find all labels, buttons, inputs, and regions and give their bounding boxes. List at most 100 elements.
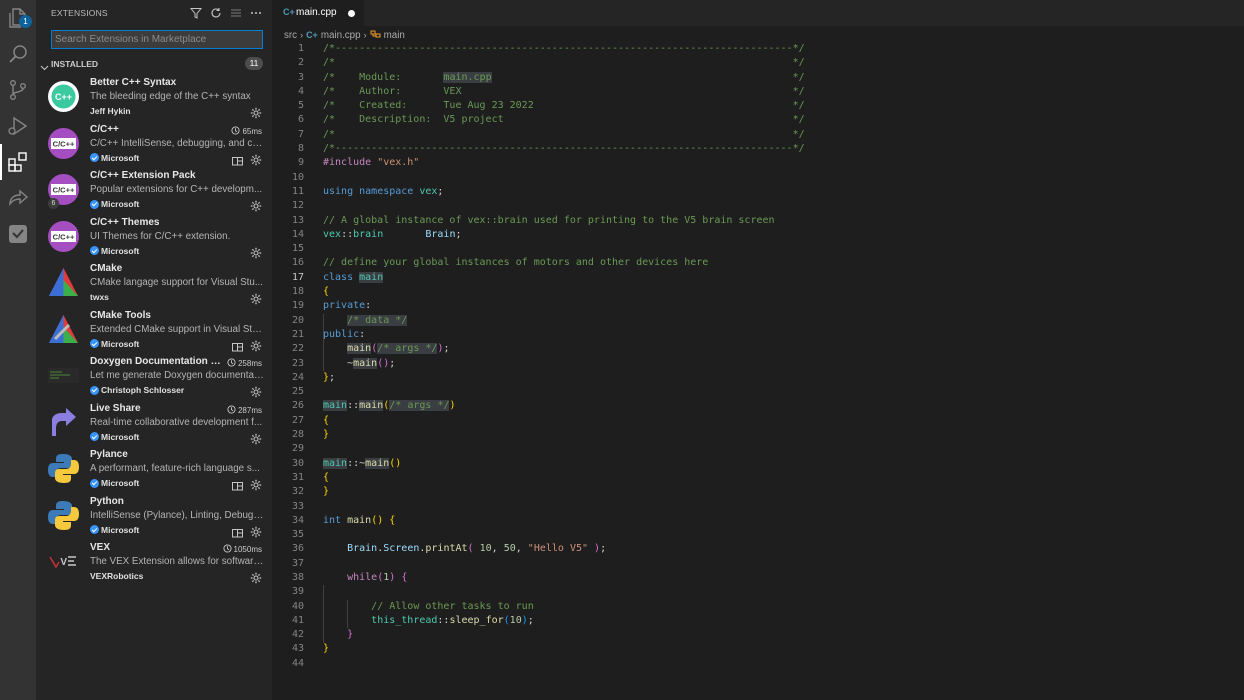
code-line[interactable]: vex::brain Brain; xyxy=(323,228,805,242)
extensions-search-input[interactable] xyxy=(51,30,263,49)
code-line[interactable]: { xyxy=(323,285,805,299)
code-line[interactable]: this_thread::sleep_for(10); xyxy=(323,614,805,628)
code-line[interactable]: // define your global instances of motor… xyxy=(323,256,805,270)
code-line[interactable]: Brain.Screen.printAt( 10, 50, "Hello V5"… xyxy=(323,542,805,556)
code-line[interactable]: } xyxy=(323,642,805,656)
extensions-icon[interactable] xyxy=(0,144,30,180)
manage-gear-icon[interactable] xyxy=(250,104,262,119)
code-token: , xyxy=(515,543,528,555)
refresh-icon[interactable] xyxy=(208,5,224,21)
code-line[interactable] xyxy=(323,385,805,399)
manage-gear-icon[interactable] xyxy=(250,151,262,165)
manage-gear-icon[interactable] xyxy=(250,244,262,258)
publisher-name: Microsoft xyxy=(101,152,140,163)
code-line[interactable]: /* Author: VEX */ xyxy=(323,85,805,99)
code-line[interactable]: int main() { xyxy=(323,514,805,528)
code-line[interactable]: using namespace vex; xyxy=(323,185,805,199)
tab-main-cpp[interactable]: C+ main.cpp xyxy=(272,0,364,26)
code-line[interactable] xyxy=(323,528,805,542)
code-line[interactable]: /* */ xyxy=(323,56,805,70)
breadcrumb-symbol[interactable]: main xyxy=(384,30,405,41)
code-token: while xyxy=(347,571,378,583)
code-line[interactable] xyxy=(323,557,805,571)
breadcrumb-folder[interactable]: src xyxy=(284,30,297,41)
code-line[interactable]: main::~main() xyxy=(323,457,805,471)
activity-bar: 1 xyxy=(0,0,36,700)
code-line[interactable]: { xyxy=(323,414,805,428)
code-line[interactable] xyxy=(323,585,805,599)
code-line[interactable] xyxy=(323,242,805,256)
run-debug-icon[interactable] xyxy=(6,114,30,138)
extension-item[interactable]: Pylance A performant, feature-rich langua… xyxy=(36,447,272,494)
code-line[interactable] xyxy=(323,199,805,213)
extension-item[interactable]: C/C++ 6 C/C++ Extension Pack Popular extens… xyxy=(36,168,272,215)
code-line[interactable]: #include "vex.h" xyxy=(323,156,805,170)
code-line[interactable]: } xyxy=(323,428,805,442)
code-line[interactable]: }; xyxy=(323,371,805,385)
code-line[interactable]: /*--------------------------------------… xyxy=(323,142,805,156)
extension-item[interactable]: Doxygen Documentation G... 258ms Let me ge… xyxy=(36,354,272,401)
vex-icon[interactable] xyxy=(6,222,30,246)
extension-item[interactable]: CMake CMake langage support for Visual St… xyxy=(36,261,272,308)
workspace-recommended-icon[interactable] xyxy=(232,524,243,537)
extension-item[interactable]: Python IntelliSense (Pylance), Linting, D… xyxy=(36,494,272,541)
code-area[interactable]: /*--------------------------------------… xyxy=(323,42,805,671)
code-line[interactable]: } xyxy=(323,628,805,642)
more-actions-icon[interactable] xyxy=(248,5,264,21)
extension-publisher: Microsoft xyxy=(90,525,139,535)
extension-item[interactable]: CMake Tools Extended CMake support in Vis… xyxy=(36,308,272,355)
code-line[interactable]: // A global instance of vex::brain used … xyxy=(323,214,805,228)
manage-gear-icon[interactable] xyxy=(250,523,262,537)
manage-gear-icon[interactable] xyxy=(250,569,262,584)
manage-gear-icon[interactable] xyxy=(250,337,262,351)
chevron-right-icon: › xyxy=(300,30,304,40)
workspace-recommended-icon[interactable] xyxy=(232,477,243,491)
extension-item[interactable]: V VEX 1050ms The VEX Extension allows for s… xyxy=(36,540,272,587)
workspace-recommended-icon[interactable] xyxy=(232,152,243,165)
code-line[interactable]: /*--------------------------------------… xyxy=(323,42,805,56)
installed-section-header[interactable]: INSTALLED 11 xyxy=(36,57,272,71)
breadcrumb-file[interactable]: main.cpp xyxy=(321,30,361,41)
code-line[interactable] xyxy=(323,171,805,185)
extension-item[interactable]: C++ Better C++ Syntax The bleeding edge of… xyxy=(36,75,272,122)
code-line[interactable]: /* Created: Tue Aug 23 2022 */ xyxy=(323,99,805,113)
code-editor[interactable]: 1 2 3 4 5 6 7 8 9 10 11 12 13 14 15 16 17 18 19 20 21 22 23 24 2… xyxy=(272,42,1244,700)
code-line[interactable]: public: xyxy=(323,328,805,342)
code-line[interactable] xyxy=(323,442,805,456)
extension-item[interactable]: C/C++ C/C++ 65ms C/C++ IntelliSense, debugg… xyxy=(36,122,272,169)
code-line[interactable] xyxy=(323,500,805,514)
manage-gear-icon[interactable] xyxy=(250,476,262,491)
files-icon[interactable]: 1 xyxy=(6,6,32,30)
code-line[interactable]: ~main(); xyxy=(323,357,805,371)
code-line[interactable]: /* */ xyxy=(323,128,805,142)
code-line[interactable]: } xyxy=(323,485,805,499)
code-line[interactable]: { xyxy=(323,471,805,485)
extension-item[interactable]: Live Share 287ms Real-time collaborative d… xyxy=(36,401,272,448)
code-line[interactable]: // Allow other tasks to run xyxy=(323,600,805,614)
filter-icon[interactable] xyxy=(188,5,204,21)
extension-item[interactable]: C/C++ C/C++ Themes UI Themes for C/C++ ext… xyxy=(36,215,272,262)
search-icon[interactable] xyxy=(6,42,30,66)
code-line[interactable] xyxy=(323,657,805,671)
code-line[interactable]: main(/* args */); xyxy=(323,342,805,356)
unsaved-dot-icon[interactable] xyxy=(348,10,355,17)
workspace-recommended-icon[interactable] xyxy=(232,338,243,351)
manage-gear-icon[interactable] xyxy=(250,383,262,398)
code-line[interactable]: while(1) { xyxy=(323,571,805,585)
code-line[interactable]: /* data */ xyxy=(323,314,805,328)
code-line[interactable]: /* Description: V5 project */ xyxy=(323,113,805,127)
code-token: :: xyxy=(437,614,450,626)
manage-gear-icon[interactable] xyxy=(250,197,262,212)
clear-icon[interactable] xyxy=(228,5,244,21)
manage-gear-icon[interactable] xyxy=(250,290,262,305)
code-line[interactable]: class main xyxy=(323,271,805,285)
code-line[interactable]: /* Module: main.cpp */ xyxy=(323,71,805,85)
source-control-icon[interactable] xyxy=(6,78,30,102)
publisher-name: Microsoft xyxy=(101,245,140,256)
code-line[interactable]: private: xyxy=(323,299,805,313)
code-line[interactable]: main::main(/* args */) xyxy=(323,399,805,413)
live-share-icon[interactable] xyxy=(6,186,30,210)
manage-gear-icon[interactable] xyxy=(250,430,262,444)
cpp-logo-icon: C/C++ xyxy=(47,127,80,160)
